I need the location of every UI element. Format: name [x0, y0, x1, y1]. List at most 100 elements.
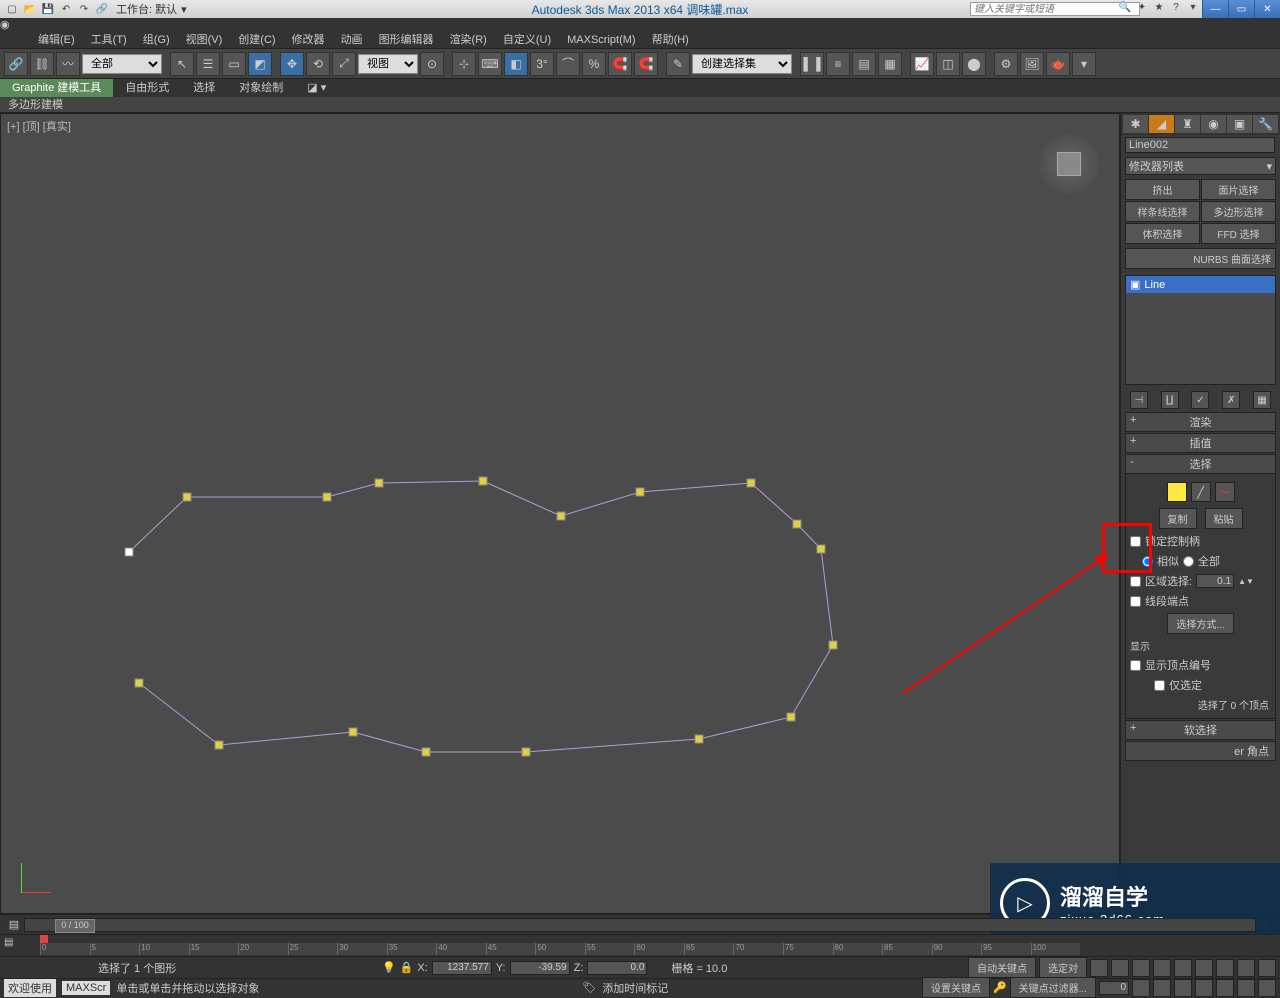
nav-pan-button[interactable] — [1216, 979, 1234, 997]
menu-group[interactable]: 组(G) — [135, 31, 178, 49]
menu-edit[interactable]: 编辑(E) — [30, 31, 83, 49]
layer-manager-button[interactable]: ▦ — [878, 52, 902, 76]
track-key-marker[interactable] — [40, 935, 48, 943]
rollup-corner[interactable]: er 角点 — [1125, 741, 1276, 761]
tab-display[interactable]: ▣ — [1227, 115, 1252, 133]
exchange-icon[interactable]: ✦ — [1135, 2, 1149, 16]
scale-button[interactable]: ⤢ — [332, 52, 356, 76]
set-key-selected-icon[interactable]: ▤ — [4, 918, 24, 931]
render-frame-button[interactable]: 🖼 — [1020, 52, 1044, 76]
ribbon-tab-selection[interactable]: 选择 — [181, 79, 227, 97]
stack-item-line[interactable]: ▣ Line — [1126, 276, 1275, 293]
percent-snap-button[interactable]: ⌒ — [556, 52, 580, 76]
select-name-button[interactable]: ☰ — [196, 52, 220, 76]
time-slider-handle[interactable]: 0 / 100 — [55, 919, 95, 933]
nav-fov-button[interactable] — [1195, 979, 1213, 997]
menu-rendering[interactable]: 渲染(R) — [442, 31, 495, 49]
favorite-icon[interactable]: ★ — [1152, 2, 1166, 16]
help-icon[interactable]: ? — [1169, 2, 1183, 16]
manipulate-button[interactable]: ⊹ — [452, 52, 476, 76]
key-filters-button[interactable]: 关键点过滤器... — [1010, 977, 1096, 998]
track-expand-icon[interactable]: ▤ — [4, 937, 13, 948]
prev-frame-button[interactable] — [1111, 959, 1129, 977]
render-button[interactable]: 🫖 — [1046, 52, 1070, 76]
object-name-field[interactable] — [1125, 137, 1275, 153]
ribbon-tab-graphite[interactable]: Graphite 建模工具 — [0, 79, 113, 97]
close-button[interactable]: ✕ — [1254, 0, 1280, 18]
curve-editor-button[interactable]: 📈 — [910, 52, 934, 76]
menu-customize[interactable]: 自定义(U) — [495, 31, 559, 49]
nav-maximize-button[interactable] — [1258, 979, 1276, 997]
named-selection-edit-button[interactable]: ✎ — [666, 52, 690, 76]
preset-splinesel[interactable]: 样条线选择 — [1125, 201, 1200, 222]
play-button[interactable] — [1132, 959, 1150, 977]
undo-icon[interactable]: ↶ — [58, 1, 74, 17]
menu-create[interactable]: 创建(C) — [230, 31, 283, 49]
goto-end-button[interactable] — [1174, 959, 1192, 977]
viewport-nav1-button[interactable] — [1195, 959, 1213, 977]
pivot-button[interactable]: ⊙ — [420, 52, 444, 76]
viewport-nav3-button[interactable] — [1237, 959, 1255, 977]
move-button[interactable]: ✥ — [280, 52, 304, 76]
segment-end-checkbox[interactable] — [1130, 596, 1141, 607]
coord-z-field[interactable] — [587, 961, 647, 975]
select-by-button[interactable]: 选择方式... — [1167, 613, 1233, 634]
copy-button[interactable]: 复制 — [1159, 508, 1197, 529]
menu-maxscript[interactable]: MAXScript(M) — [559, 31, 643, 49]
pin-stack-button[interactable]: ⊣ — [1130, 391, 1148, 409]
redo-icon[interactable]: ↷ — [76, 1, 92, 17]
viewport-nav4-button[interactable] — [1258, 959, 1276, 977]
mirror-button[interactable]: ▌▐ — [800, 52, 824, 76]
new-icon[interactable]: ▢ — [4, 1, 20, 17]
spinner-snap-button[interactable]: % — [582, 52, 606, 76]
menu-help[interactable]: 帮助(H) — [644, 31, 697, 49]
select-region-button[interactable]: ▭ — [222, 52, 246, 76]
preset-nurbs[interactable]: NURBS 曲面选择 — [1125, 248, 1276, 269]
rollup-soft-selection[interactable]: +软选择 — [1125, 720, 1276, 740]
paste-button[interactable]: 粘贴 — [1205, 508, 1243, 529]
track-ruler[interactable]: 0510152025303540455055606570758085909510… — [40, 943, 1080, 955]
preset-patchsel[interactable]: 面片选择 — [1201, 179, 1276, 200]
area-value-spinner[interactable] — [1196, 574, 1234, 588]
goto-start-button[interactable] — [1090, 959, 1108, 977]
show-vertex-num-checkbox[interactable] — [1130, 660, 1141, 671]
show-result-button[interactable]: ∐ — [1161, 391, 1179, 409]
tab-hierarchy[interactable]: ♜ — [1175, 115, 1200, 133]
menu-grapheditors[interactable]: 图形编辑器 — [371, 31, 442, 49]
link-icon[interactable]: 🔗 — [94, 1, 110, 17]
rotate-button[interactable]: ⟲ — [306, 52, 330, 76]
modifier-list-dropdown[interactable]: 修改器列表▾ — [1125, 157, 1276, 175]
menu-tools[interactable]: 工具(T) — [83, 31, 135, 49]
subobj-vertex-button[interactable]: ⁘ — [1167, 482, 1187, 502]
schematic-view-button[interactable]: ◫ — [936, 52, 960, 76]
rollup-interpolation[interactable]: +插值 — [1125, 433, 1276, 453]
remove-mod-button[interactable]: ✗ — [1222, 391, 1240, 409]
make-unique-button[interactable]: ✓ — [1191, 391, 1209, 409]
workspace-selector[interactable]: 工作台: 默认▾ — [116, 1, 187, 17]
preset-polysel[interactable]: 多边形选择 — [1201, 201, 1276, 222]
app-menu-button[interactable]: ◉ — [0, 18, 1280, 31]
ribbon-expand-button[interactable]: ◪ ▾ — [295, 79, 338, 97]
angle-snap-button[interactable]: 3° — [530, 52, 554, 76]
time-slider[interactable]: 0 / 100 — [24, 918, 1256, 932]
tab-motion[interactable]: ◉ — [1201, 115, 1226, 133]
selection-filter-dropdown[interactable]: 全部 — [82, 54, 162, 74]
set-key-button[interactable]: 设置关键点 — [922, 977, 990, 998]
bind-spacewarp-button[interactable]: 〰 — [56, 52, 80, 76]
minimize-button[interactable]: — — [1202, 0, 1228, 18]
next-frame-button[interactable] — [1153, 959, 1171, 977]
magnet2-icon[interactable]: 🧲 — [634, 52, 658, 76]
only-selected-checkbox[interactable] — [1154, 680, 1165, 691]
nav-zoomall-button[interactable] — [1174, 979, 1192, 997]
search-icon[interactable]: 🔍 — [1118, 2, 1132, 16]
menu-views[interactable]: 视图(V) — [178, 31, 231, 49]
nav-orbit-button[interactable] — [1237, 979, 1255, 997]
nav-zoom-button[interactable] — [1153, 979, 1171, 997]
window-crossing-button[interactable]: ◩ — [248, 52, 272, 76]
preset-ffdsel[interactable]: FFD 选择 — [1201, 223, 1276, 244]
all-radio[interactable] — [1183, 556, 1194, 567]
preset-extrude[interactable]: 挤出 — [1125, 179, 1200, 200]
selected-obj-dropdown[interactable]: 选定对 — [1039, 957, 1087, 978]
render-prod-button[interactable]: ▾ — [1072, 52, 1096, 76]
lock-selection-icon[interactable]: 🔒 — [400, 961, 414, 974]
